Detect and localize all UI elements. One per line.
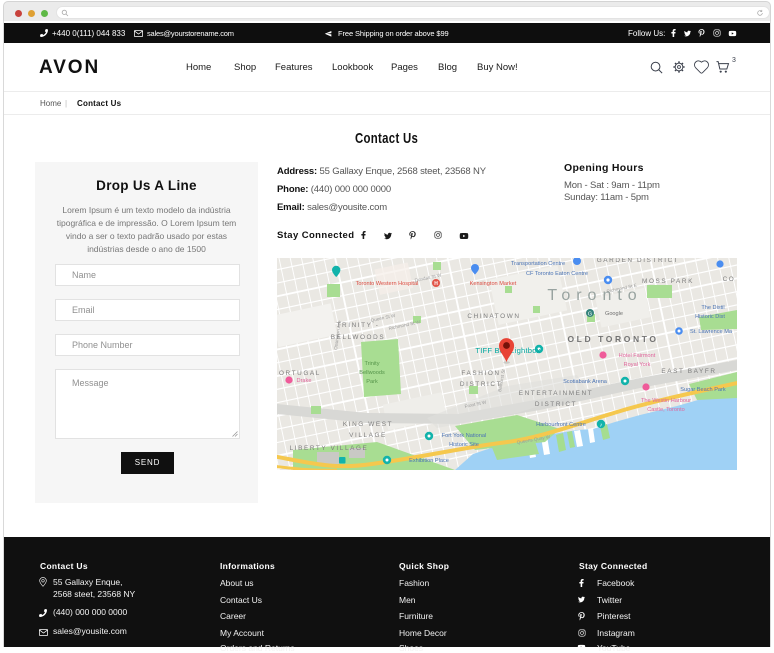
- svg-text:Park: Park: [366, 379, 378, 385]
- svg-text:Trinity: Trinity: [364, 361, 379, 367]
- svg-text:LIBERTY VILLAGE: LIBERTY VILLAGE: [290, 445, 369, 452]
- svg-text:CO: CO: [723, 276, 736, 283]
- svg-text:PORTUGAL: PORTUGAL: [277, 370, 321, 377]
- svg-text:KING WEST: KING WEST: [343, 421, 393, 428]
- svg-text:DISTRICT: DISTRICT: [535, 401, 577, 408]
- svg-text:TRINITY -: TRINITY -: [336, 322, 379, 329]
- svg-text:Google: Google: [605, 311, 623, 317]
- svg-text:ENTERTAINMENT: ENTERTAINMENT: [519, 390, 594, 397]
- svg-text:Bellwoods: Bellwoods: [359, 370, 385, 376]
- svg-text:Historic Site: Historic Site: [449, 442, 479, 448]
- svg-text:GARDEN DISTRICT: GARDEN DISTRICT: [597, 258, 680, 264]
- svg-text:Scotiabank Arena: Scotiabank Arena: [563, 379, 608, 385]
- svg-text:Hotel Fairmont: Hotel Fairmont: [619, 353, 656, 359]
- svg-text:CF Toronto Eaton Centre: CF Toronto Eaton Centre: [526, 271, 588, 277]
- svg-text:DISTRICT: DISTRICT: [460, 381, 502, 388]
- svg-text:OLD TORONTO: OLD TORONTO: [567, 334, 658, 344]
- svg-text:Historic Dist: Historic Dist: [695, 314, 725, 320]
- svg-text:Toronto: Toronto: [547, 287, 642, 304]
- svg-text:♪: ♪: [600, 423, 603, 429]
- svg-text:The Westin Harbour: The Westin Harbour: [641, 398, 691, 404]
- svg-text:Kensington Market: Kensington Market: [470, 281, 517, 287]
- svg-text:Sugar Beach Park: Sugar Beach Park: [680, 387, 726, 393]
- svg-text:BELLWOODS: BELLWOODS: [331, 334, 385, 341]
- svg-text:MOSS PARK: MOSS PARK: [642, 278, 694, 285]
- svg-text:Exhibition Place: Exhibition Place: [409, 458, 449, 464]
- svg-text:H: H: [434, 281, 438, 287]
- svg-text:VILLAGE: VILLAGE: [349, 432, 387, 439]
- svg-text:The Distil: The Distil: [701, 305, 724, 311]
- svg-text:Castle, Toronto: Castle, Toronto: [647, 407, 685, 413]
- svg-text:Harbourfront Centre: Harbourfront Centre: [536, 422, 586, 428]
- svg-text:Drake: Drake: [297, 378, 312, 384]
- svg-text:Transportation Centre: Transportation Centre: [511, 261, 565, 267]
- svg-text:EAST BAYFR: EAST BAYFR: [661, 368, 716, 375]
- svg-text:FASHION: FASHION: [461, 370, 500, 377]
- svg-text:St. Lawrence Ma: St. Lawrence Ma: [690, 329, 733, 335]
- svg-text:Royal York: Royal York: [624, 362, 651, 368]
- svg-text:Toronto Western Hospital: Toronto Western Hospital: [356, 281, 419, 287]
- svg-text:G: G: [588, 311, 592, 317]
- svg-text:CHINATOWN: CHINATOWN: [467, 313, 520, 320]
- svg-text:Fort York National: Fort York National: [442, 433, 486, 439]
